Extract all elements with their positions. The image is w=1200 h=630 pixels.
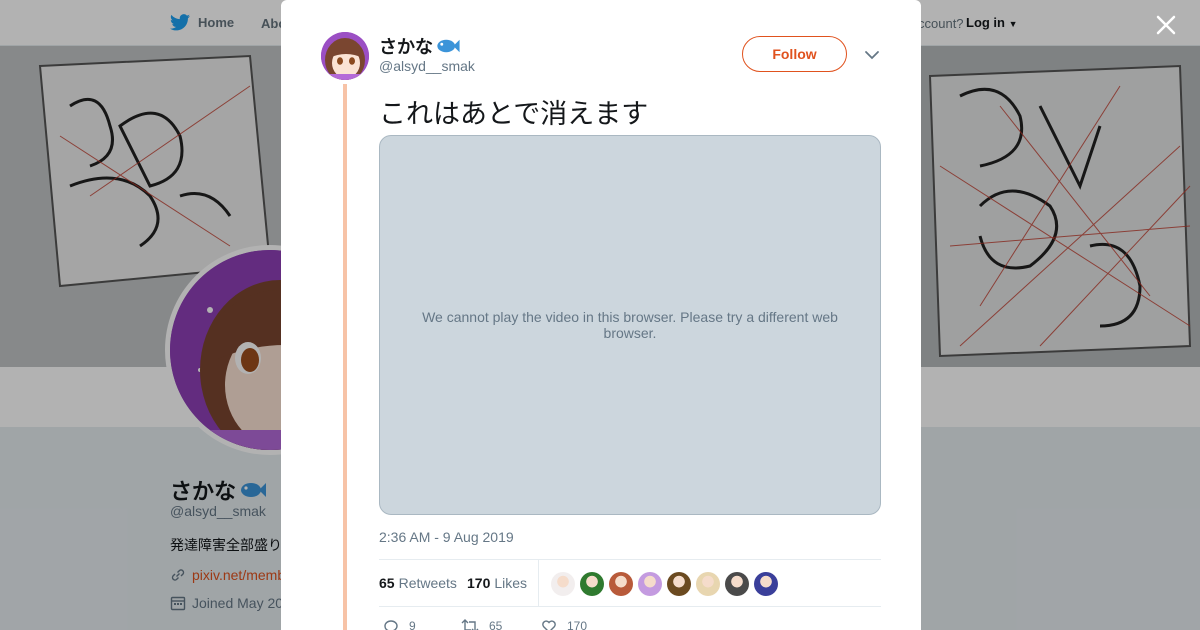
likes-count: 170 <box>467 575 491 591</box>
like-button[interactable]: 170 <box>541 618 587 630</box>
close-button[interactable] <box>1152 11 1180 39</box>
chevron-down-icon <box>865 51 879 60</box>
retweets-stat[interactable]: 65 Retweets <box>379 575 457 591</box>
author-avatar[interactable] <box>321 32 369 80</box>
tweet-actions: 9 65 170 <box>379 618 881 630</box>
fish-icon <box>437 39 460 53</box>
tweet-text: これはあとで消えます <box>379 99 649 130</box>
thread-line <box>343 84 347 630</box>
tweet-menu-button[interactable] <box>863 46 881 64</box>
likes-label: Likes <box>494 575 528 591</box>
liker-avatar[interactable] <box>696 572 720 596</box>
liker-avatars <box>551 572 778 596</box>
liker-avatar[interactable] <box>667 572 691 596</box>
retweet-button[interactable]: 65 <box>461 618 502 630</box>
likes-stat[interactable]: 170 Likes <box>467 575 527 591</box>
like-count: 170 <box>567 619 588 630</box>
retweet-count: 65 <box>489 619 503 630</box>
close-icon <box>1156 15 1176 35</box>
video-player[interactable]: We cannot play the video in this browser… <box>379 135 881 515</box>
avatar-illustration-small <box>321 32 369 80</box>
author-name[interactable]: さかな <box>379 33 460 59</box>
liker-avatar[interactable] <box>551 572 575 596</box>
follow-button[interactable]: Follow <box>742 36 847 72</box>
tweet-modal: さかな @alsyd__smak Follow これはあとで消えます We ca… <box>281 0 921 630</box>
tweet-timestamp[interactable]: 2:36 AM - 9 Aug 2019 <box>379 529 514 545</box>
liker-avatar[interactable] <box>725 572 749 596</box>
liker-avatar[interactable] <box>580 572 604 596</box>
video-error-message: We cannot play the video in this browser… <box>422 309 838 341</box>
retweet-icon <box>461 619 479 630</box>
reply-icon <box>384 620 398 630</box>
author-name-text: さかな <box>379 37 433 57</box>
liker-avatar[interactable] <box>609 572 633 596</box>
reply-button[interactable]: 9 <box>383 618 416 630</box>
liker-avatar[interactable] <box>638 572 662 596</box>
retweets-count: 65 <box>379 575 395 591</box>
retweets-label: Retweets <box>398 575 457 591</box>
tweet-stats: 65 Retweets 170 Likes <box>379 559 881 607</box>
heart-icon <box>542 620 556 630</box>
author-handle[interactable]: @alsyd__smak <box>379 58 475 74</box>
stats-divider <box>538 560 539 606</box>
reply-count: 9 <box>409 619 416 630</box>
liker-avatar[interactable] <box>754 572 778 596</box>
